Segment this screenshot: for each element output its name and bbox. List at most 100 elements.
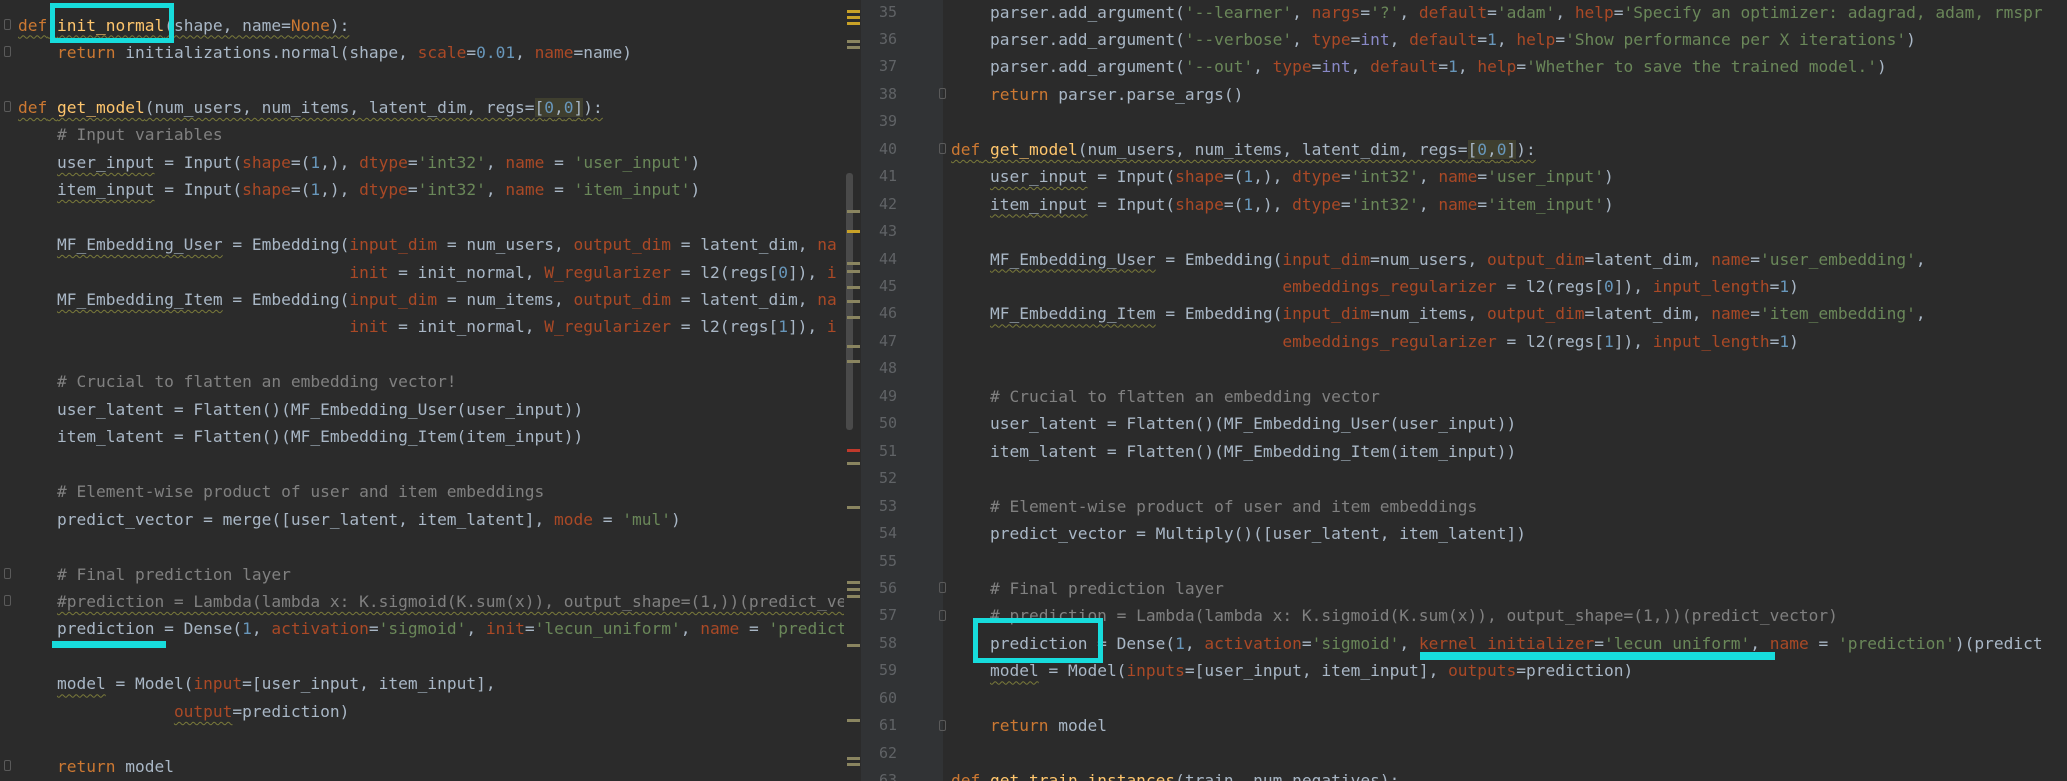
scrollbar-marker[interactable] (847, 462, 860, 465)
scrollbar-marker[interactable] (847, 345, 860, 348)
scrollbar-marker[interactable] (847, 22, 860, 25)
code-line[interactable]: # Element-wise product of user and item … (18, 478, 544, 505)
code-line[interactable]: MF_Embedding_User = Embedding(input_dim=… (951, 246, 1926, 273)
code-line[interactable]: model = Model(input=[user_input, item_in… (18, 670, 496, 697)
code-token: ) (1876, 57, 1887, 77)
scrollbar-marker[interactable] (847, 581, 860, 584)
line-number: 58 (878, 633, 897, 652)
code-line[interactable]: parser.add_argument('--learner', nargs='… (951, 0, 2043, 26)
fold-marker-icon[interactable] (939, 609, 946, 621)
scrollbar-marker[interactable] (847, 506, 860, 509)
scrollbar-marker[interactable] (847, 449, 860, 452)
code-line[interactable]: # Crucial to flatten an embedding vector (951, 383, 1380, 410)
code-line[interactable]: parser.add_argument('--out', type=int, d… (951, 53, 1887, 80)
line-number: 62 (878, 743, 897, 762)
code-line[interactable]: embeddings_regularizer = l2(regs[0]), in… (951, 273, 1799, 300)
code-line[interactable]: # Element-wise product of user and item … (951, 493, 1477, 520)
code-token: = Model( (105, 674, 194, 694)
scrollbar-marker[interactable] (847, 644, 860, 647)
code-line[interactable]: user_latent = Flatten()(MF_Embedding_Use… (18, 396, 583, 423)
code-token: type (1311, 29, 1351, 49)
code-line[interactable]: prediction = Dense(1, activation='sigmoi… (18, 615, 844, 642)
code-token: i (826, 262, 837, 282)
code-token: =latent_dim, (1584, 249, 1712, 269)
line-number: 41 (878, 167, 897, 186)
code-line[interactable]: # Crucial to flatten an embedding vector… (18, 368, 457, 395)
scrollbar-marker[interactable] (847, 719, 860, 722)
scrollbar-marker[interactable] (847, 16, 860, 19)
scrollbar-marker[interactable] (847, 300, 860, 303)
code-line[interactable]: return model (951, 712, 1107, 739)
code-token: parser.add_argument( (951, 57, 1185, 77)
code-line[interactable]: MF_Embedding_Item = Embedding(input_dim=… (951, 300, 1926, 327)
scrollbar-marker[interactable] (847, 46, 860, 49)
code-line[interactable]: embeddings_regularizer = l2(regs[1]), in… (951, 328, 1799, 355)
code-token: na (817, 235, 837, 255)
fold-marker-icon[interactable] (939, 582, 946, 594)
code-line[interactable]: init = init_normal, W_regularizer = l2(r… (18, 313, 836, 340)
code-token: # prediction = Lambda(lambda x: K.sigmoi… (989, 606, 1838, 626)
code-line[interactable]: item_input = Input(shape=(1,), dtype='in… (951, 191, 1614, 218)
code-token: dtype (1292, 167, 1341, 187)
code-line[interactable]: return parser.parse_args() (951, 81, 1243, 108)
code-line[interactable]: def get_model(num_users, num_items, late… (18, 94, 603, 121)
highlight-underline-prediction (52, 641, 166, 648)
code-line[interactable]: parser.add_argument('--verbose', type=in… (951, 26, 1916, 53)
scrollbar-marker[interactable] (847, 595, 860, 598)
scrollbar-marker[interactable] (847, 230, 860, 233)
scrollbar-marker[interactable] (847, 588, 860, 591)
left-editor-pane[interactable]: def init_normal(shape, name=None): retur… (0, 0, 844, 781)
code-line[interactable]: init = init_normal, W_regularizer = l2(r… (18, 259, 837, 286)
code-line[interactable]: item_latent = Flatten()(MF_Embedding_Ite… (951, 438, 1516, 465)
scrollbar-marker[interactable] (847, 210, 860, 213)
code-line[interactable]: output=prediction) (18, 698, 349, 725)
scrollbar-marker[interactable] (847, 286, 860, 289)
code-line[interactable]: #prediction = Lambda(lambda x: K.sigmoid… (18, 588, 844, 615)
code-token: dtype (359, 152, 408, 172)
fold-marker-icon[interactable] (939, 143, 946, 155)
scrollbar-marker[interactable] (847, 262, 860, 265)
code-token: 1 (310, 180, 321, 200)
code-line[interactable]: user_input = Input(shape=(1,), dtype='in… (18, 149, 700, 176)
code-token: default (1409, 29, 1478, 49)
code-token: , (515, 42, 535, 62)
right-editor-pane[interactable]: 35 parser.add_argument('--learner', narg… (861, 0, 2067, 781)
fold-marker-icon[interactable] (939, 88, 946, 100)
code-line[interactable]: MF_Embedding_Item = Embedding(input_dim … (18, 286, 837, 313)
right-code-area[interactable]: 35 parser.add_argument('--learner', narg… (861, 0, 2067, 781)
code-token: = (1808, 633, 1838, 653)
code-line[interactable]: return model (18, 753, 174, 780)
scrollbar-marker[interactable] (847, 360, 860, 363)
code-token: 1 (242, 619, 252, 639)
code-line[interactable]: # Input variables (18, 121, 223, 148)
code-line[interactable]: # Final prediction layer (951, 575, 1224, 602)
left-code-area[interactable]: def init_normal(shape, name=None): retur… (0, 0, 844, 781)
scrollbar-marker[interactable] (847, 763, 860, 766)
scrollbar-marker[interactable] (847, 270, 860, 273)
code-line[interactable]: item_latent = Flatten()(MF_Embedding_Ite… (18, 423, 583, 450)
code-line[interactable]: def get_model(num_users, num_items, late… (951, 136, 1536, 163)
code-line[interactable]: MF_Embedding_User = Embedding(input_dim … (18, 231, 837, 258)
code-token: = Input( (1087, 167, 1176, 187)
code-token: int (1360, 29, 1390, 49)
scrollbar-marker[interactable] (847, 316, 860, 319)
code-token: input_dim (1282, 304, 1371, 324)
scrollbar-marker[interactable] (847, 10, 860, 13)
fold-marker-icon[interactable] (939, 719, 946, 731)
code-line[interactable]: predict_vector = merge([user_latent, ite… (18, 506, 681, 533)
code-line[interactable]: item_input = Input(shape=(1,), dtype='in… (18, 176, 700, 203)
code-line[interactable]: user_latent = Flatten()(MF_Embedding_Use… (951, 410, 1516, 437)
code-token: output (173, 701, 233, 721)
scrollbar-marker[interactable] (847, 40, 860, 43)
code-line[interactable]: predict_vector = Multiply()([user_latent… (951, 520, 1526, 547)
code-token: 1 (778, 317, 788, 337)
code-token: input_dim (349, 235, 438, 255)
code-line[interactable]: def get_train_instances(train, num_negat… (951, 767, 1399, 781)
code-token: , (1457, 57, 1478, 77)
code-line[interactable]: # Final prediction layer (18, 561, 291, 588)
code-line[interactable]: user_input = Input(shape=(1,), dtype='in… (951, 163, 1614, 190)
scrollbar-marker[interactable] (847, 757, 860, 760)
code-token: =[user_input, item_input], (242, 674, 496, 694)
code-token: = (1438, 57, 1449, 77)
